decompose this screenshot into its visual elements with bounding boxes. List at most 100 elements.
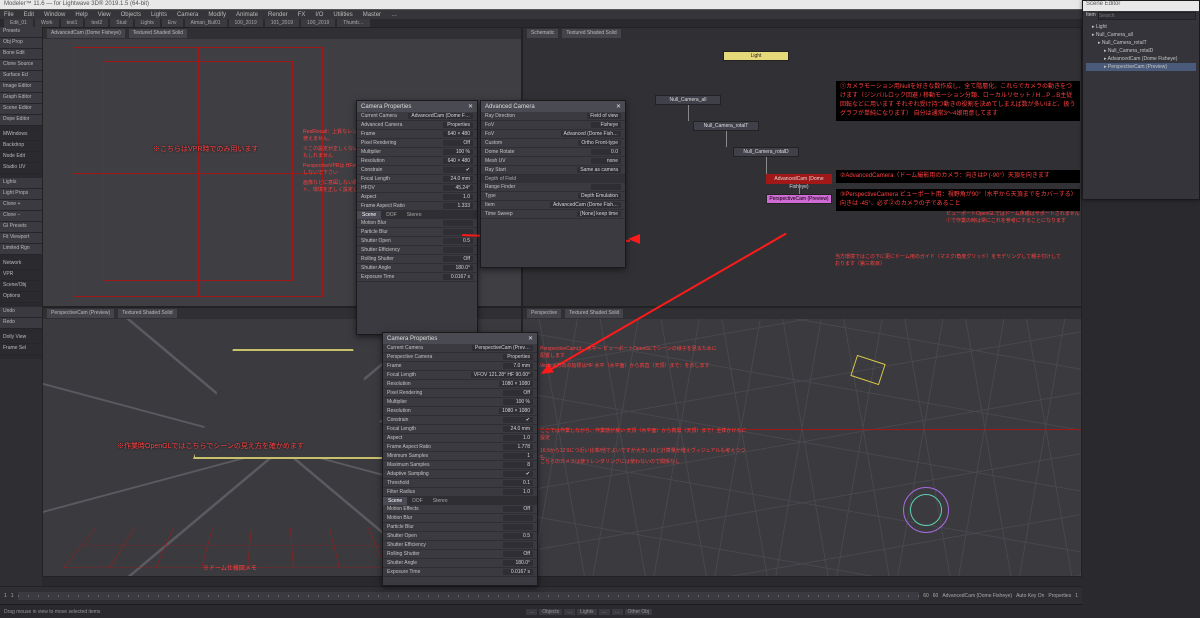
status-pill[interactable]: … <box>526 609 537 615</box>
property-row[interactable]: Dome Rotate0.0 <box>481 148 625 157</box>
node-null-3[interactable]: Null_Camera_rotalD <box>733 147 799 157</box>
menu-item[interactable]: Render <box>268 12 288 18</box>
property-row[interactable]: Constrain✔ <box>357 166 477 175</box>
panel-tabs[interactable]: Scene DOF Stereo <box>383 497 537 505</box>
property-row[interactable]: FoVFisheye <box>481 121 625 130</box>
property-row[interactable]: Aspect1.0 <box>383 434 537 443</box>
node-null-2[interactable]: Null_Camera_rotalT <box>693 121 759 131</box>
viewport-mode[interactable]: Schematic <box>527 29 558 38</box>
property-row[interactable]: Rolling ShutterOff <box>383 550 537 559</box>
property-row[interactable]: CustomOrtho Front-type <box>481 139 625 148</box>
property-row[interactable]: Threshold0.1 <box>383 479 537 488</box>
tool-button[interactable]: Scene/Obj <box>0 281 42 292</box>
tab-dof[interactable]: DOF <box>407 497 428 505</box>
tool-button[interactable]: Bone Edit <box>0 49 42 60</box>
menu-item[interactable]: Lights <box>151 12 167 18</box>
doc-tab[interactable]: 100_2019 <box>301 19 335 27</box>
property-row[interactable]: Maximum Samples8 <box>383 461 537 470</box>
property-row[interactable]: Motion Blur <box>383 514 537 523</box>
tool-button[interactable]: Surface Ed <box>0 71 42 82</box>
tool-button[interactable]: Node Edit <box>0 152 42 163</box>
property-row[interactable]: Minimum Samples1 <box>383 452 537 461</box>
property-row[interactable]: Particle Blur <box>357 228 477 237</box>
menu-item[interactable]: FX <box>298 12 306 18</box>
status-pill[interactable]: Other Obj <box>625 609 653 615</box>
tool-button[interactable]: MWindows <box>0 130 42 141</box>
property-row[interactable]: Shutter Efficiency <box>383 541 537 550</box>
property-row[interactable]: Exposure Time0.0167 s <box>357 273 477 282</box>
tool-button[interactable]: Network <box>0 259 42 270</box>
property-row[interactable]: Multiplier100 % <box>383 398 537 407</box>
property-row[interactable]: Ray StartSame as camera <box>481 166 625 175</box>
tool-button[interactable]: GI Presets <box>0 222 42 233</box>
property-row[interactable]: Frame Aspect Ratio1.333 <box>357 202 477 211</box>
viewport-shade-select[interactable]: Textured Shaded Solid <box>565 309 623 318</box>
property-row[interactable]: Resolution1080 × 1080 <box>383 380 537 389</box>
property-row[interactable]: Rolling ShutterOff <box>357 255 477 264</box>
property-row[interactable]: HFOV45.24° <box>357 184 477 193</box>
tool-button[interactable]: Fit Viewport <box>0 233 42 244</box>
property-row[interactable]: Constrain✔ <box>383 416 537 425</box>
tree-item[interactable]: ▸ Null_Camera_rotalD <box>1086 47 1196 55</box>
frame-end[interactable]: 60 <box>933 593 939 599</box>
status-pill[interactable]: … <box>599 609 610 615</box>
property-row[interactable]: Particle Blur <box>383 523 537 532</box>
tool-button[interactable]: Obj Prop <box>0 38 42 49</box>
node-advanced-cam[interactable]: AdvancedCam (Dome Fisheye) <box>766 174 832 184</box>
property-row[interactable]: Resolution1080 × 1080 <box>383 407 537 416</box>
tree-item[interactable]: ▸ Null_Camera_all <box>1086 31 1196 39</box>
property-row[interactable]: Frame Aspect Ratio1.778 <box>383 443 537 452</box>
close-icon[interactable]: ✕ <box>468 103 473 110</box>
tool-button[interactable]: Dope Editor <box>0 115 42 126</box>
tree-item[interactable]: ▸ PerspectiveCam (Preview) <box>1086 63 1196 71</box>
status-pill[interactable]: Objects <box>539 609 562 615</box>
tool-button[interactable]: Clone − <box>0 211 42 222</box>
close-icon[interactable]: ✕ <box>528 335 533 342</box>
tree-item[interactable]: ▸ Null_Camera_rotalT <box>1086 39 1196 47</box>
viewport-shade-select[interactable]: Textured Shaded Solid <box>118 309 176 318</box>
tool-button[interactable]: Light Props <box>0 189 42 200</box>
tool-button[interactable]: Presets <box>0 27 42 38</box>
property-row[interactable]: Shutter Angle180.0° <box>357 264 477 273</box>
current-camera[interactable]: AdvancedCam (Dome F… <box>408 113 473 119</box>
frame-startB[interactable]: 1 <box>11 593 14 599</box>
doc-tab[interactable]: Lights <box>135 19 160 27</box>
timeline[interactable]: 1 1 60 60 AdvancedCam (Dome Fisheye) Aut… <box>0 586 1082 604</box>
doc-tab[interactable]: test1 <box>61 19 84 27</box>
tool-button[interactable]: Scene Editor <box>0 104 42 115</box>
doc-tab[interactable]: 100_2019 <box>229 19 263 27</box>
property-row[interactable]: Perspective CameraProperties <box>383 353 537 362</box>
document-tabs[interactable]: Edit_01Worktest1test2StudLightsEnvAtman_… <box>0 19 1082 27</box>
viewport-shade-select[interactable]: Textured Shaded Solid <box>562 29 620 38</box>
property-row[interactable]: Focal Length24.0 mm <box>383 425 537 434</box>
doc-tab[interactable]: test2 <box>85 19 108 27</box>
current-camera[interactable]: PerspectiveCam (Prev… <box>472 345 533 351</box>
tree-item[interactable]: ▸ AdvancedCam (Dome Fisheye) <box>1086 55 1196 63</box>
menu-item[interactable]: Window <box>44 12 65 18</box>
doc-tab[interactable]: 101_2019 <box>265 19 299 27</box>
property-row[interactable]: Shutter Open0.5 <box>357 237 477 246</box>
doc-tab[interactable]: Stud <box>110 19 132 27</box>
property-row[interactable]: Time Sweep[None] keep time <box>481 210 625 219</box>
status-pill[interactable]: … <box>564 609 575 615</box>
tool-button[interactable]: Clone Source <box>0 60 42 71</box>
tab-stereo[interactable]: Stereo <box>402 211 427 219</box>
current-item[interactable]: AdvancedCam (Dome Fisheye) <box>942 593 1012 599</box>
tool-button[interactable]: Undo <box>0 307 42 318</box>
property-row[interactable]: Motion EffectsOff <box>383 505 537 514</box>
menu-item[interactable]: Help <box>75 12 87 18</box>
tab-dof[interactable]: DOF <box>381 211 402 219</box>
frame-start[interactable]: 1 <box>4 593 7 599</box>
property-row[interactable]: Exposure Time0.0167 s <box>383 568 537 577</box>
doc-tab[interactable]: Edit_01 <box>4 19 33 27</box>
property-row[interactable]: Resolution640 × 480 <box>357 157 477 166</box>
menu-item[interactable]: File <box>4 12 14 18</box>
main-menu[interactable]: FileEditWindowHelpViewObjectsLightsCamer… <box>0 10 1082 19</box>
close-icon[interactable]: ✕ <box>616 103 621 110</box>
tool-button[interactable]: VPR <box>0 270 42 281</box>
doc-tab[interactable]: Work <box>35 19 59 27</box>
frame-endA[interactable]: 60 <box>923 593 929 599</box>
property-row[interactable]: Frame7.0 mm <box>383 362 537 371</box>
doc-tab[interactable]: Atman_Bul01 <box>185 19 227 27</box>
tool-button[interactable]: Options <box>0 292 42 303</box>
